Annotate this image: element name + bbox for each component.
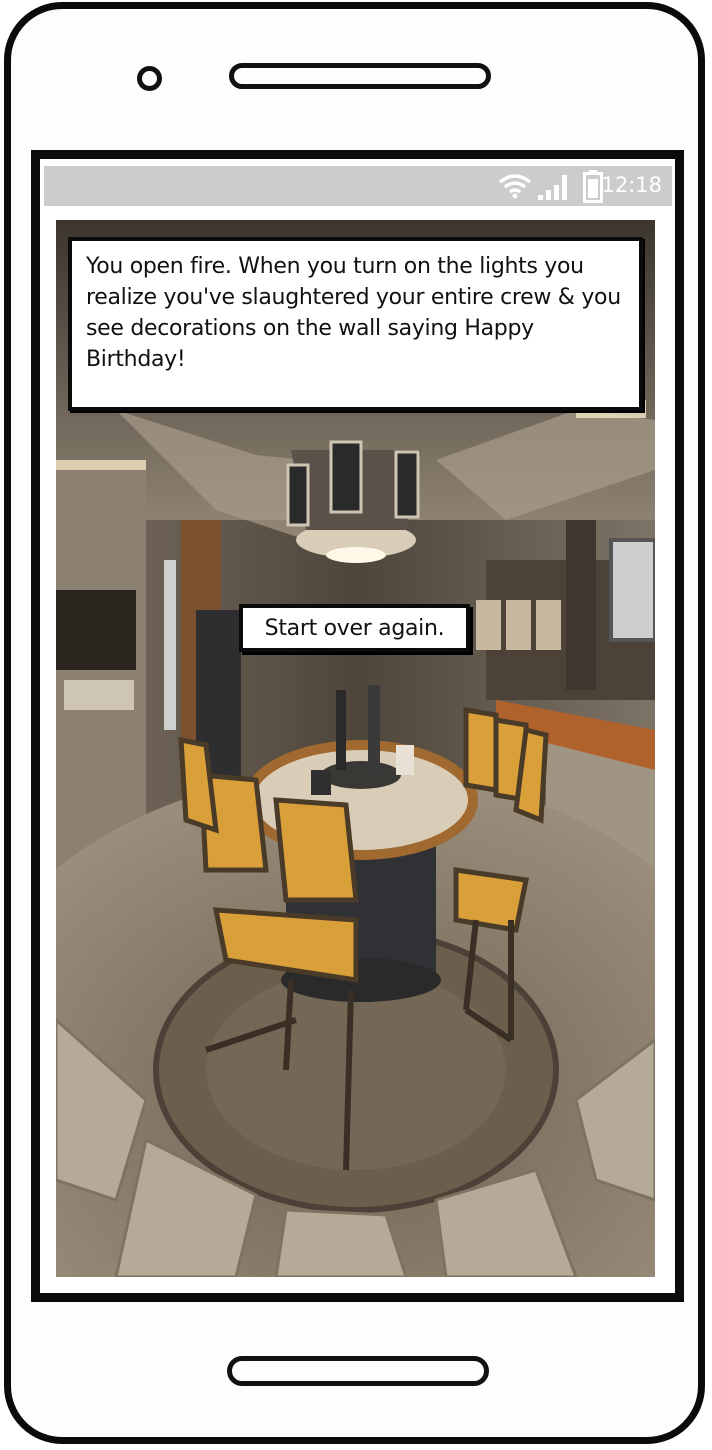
story-message-text: You open fire. When you turn on the ligh… [86, 254, 621, 372]
story-message-box: You open fire. When you turn on the ligh… [68, 237, 643, 411]
battery-icon [583, 170, 603, 203]
start-over-button[interactable]: Start over again. [239, 604, 470, 652]
status-time: 12:18 [601, 173, 662, 197]
camera-icon [137, 66, 162, 91]
wifi-icon [498, 174, 532, 199]
home-button[interactable] [227, 1356, 489, 1386]
status-bar: 12:18 [44, 166, 672, 206]
signal-icon [538, 175, 567, 200]
speaker-grille [229, 63, 491, 89]
